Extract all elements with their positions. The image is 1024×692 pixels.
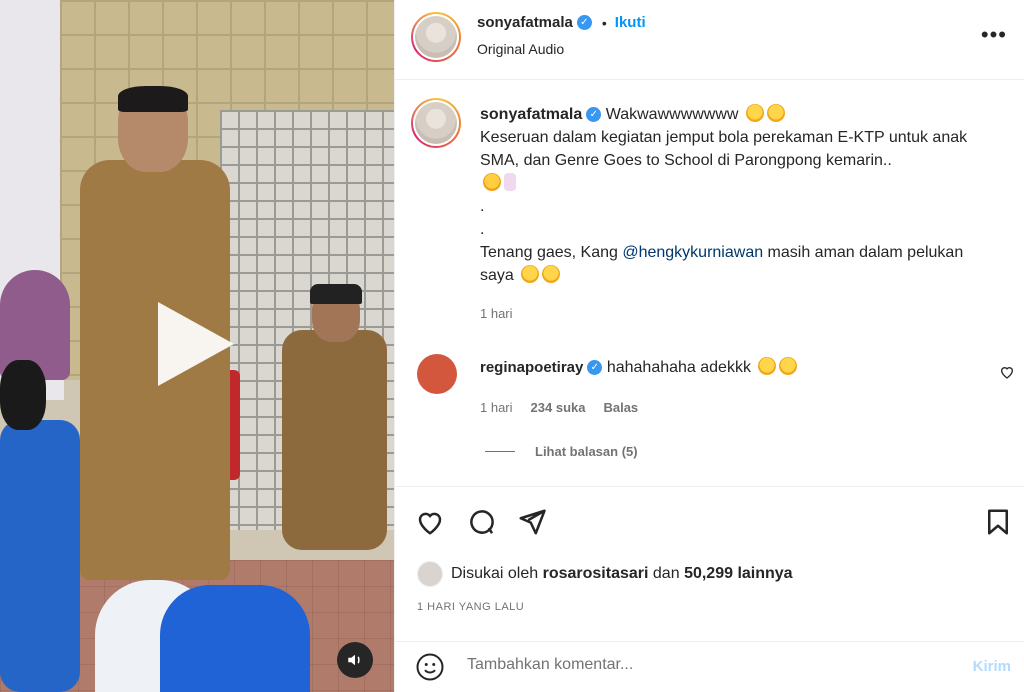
comment-username[interactable]: reginapoetiray (480, 359, 583, 376)
add-comment-bar: Kirim (395, 641, 1024, 692)
mention-link[interactable]: @hengkykurniawan (622, 244, 763, 261)
caption-dot: . (480, 221, 485, 238)
seated-man-cap (310, 284, 362, 304)
caption-line2: Keseruan dalam kegiatan jemput bola pere… (480, 129, 968, 169)
comment-time[interactable]: 1 hari (480, 400, 513, 415)
comment-text: reginapoetiray ✓ hahahahaha adekkk (480, 357, 798, 377)
comment-meta: 1 hari 234 suka Balas (480, 400, 638, 415)
seated-man (282, 330, 387, 550)
joy-emoji-icon (779, 357, 798, 375)
post-panel: sonyafatmala ✓ • Ikuti Original Audio ••… (394, 0, 1024, 692)
separator-dot: • (601, 14, 607, 31)
header-username-row: sonyafatmala ✓ • Ikuti (477, 14, 646, 31)
caption-text: sonyafatmala ✓ Wakwawwwwwww Keseruan dala… (480, 103, 1000, 287)
post-header: sonyafatmala ✓ • Ikuti Original Audio ••… (395, 0, 1024, 80)
view-replies-label: Lihat balasan (5) (535, 444, 638, 459)
student-head (0, 360, 46, 430)
caption-username[interactable]: sonyafatmala (480, 106, 582, 123)
pray-emoji-icon (504, 173, 516, 191)
verified-badge-icon: ✓ (576, 15, 592, 30)
post-date[interactable]: 1 HARI YANG LALU (417, 601, 524, 613)
audio-toggle-button[interactable] (337, 642, 373, 678)
header-username[interactable]: sonyafatmala (477, 14, 573, 31)
caption-line3-start: Tenang gaes, Kang (480, 244, 623, 261)
avatar[interactable] (411, 12, 461, 62)
rofl-emoji-icon (766, 104, 785, 122)
play-icon[interactable] (158, 302, 234, 386)
share-paper-plane-icon[interactable] (517, 507, 547, 537)
liked-by-prefix: Disukai oleh (451, 565, 539, 582)
emoji-smile-icon[interactable] (415, 652, 445, 682)
liked-by-mid: dan (652, 565, 680, 582)
caption-line1: Wakwawwwwwww (605, 106, 739, 123)
like-heart-icon[interactable] (415, 507, 445, 537)
speaker-icon (348, 654, 360, 666)
student-figure (0, 420, 80, 692)
view-replies-button[interactable]: Lihat balasan (5) (485, 444, 638, 459)
liked-by: Disukai oleh rosarositasari dan 50,299 l… (417, 561, 793, 587)
post-comment-button[interactable]: Kirim (973, 658, 1011, 675)
reply-button[interactable]: Balas (603, 400, 638, 415)
follow-button[interactable]: Ikuti (615, 14, 646, 31)
caption-avatar[interactable] (411, 98, 461, 148)
save-bookmark-icon[interactable] (983, 507, 1013, 537)
liker-avatar[interactable] (417, 561, 443, 587)
standing-man-hair (118, 86, 188, 112)
comment-input[interactable] (467, 656, 947, 674)
audio-label[interactable]: Original Audio (477, 41, 564, 57)
verified-badge-icon: ✓ (586, 107, 602, 123)
comment-avatar[interactable] (417, 354, 457, 394)
caption-time[interactable]: 1 hari (480, 306, 513, 321)
rofl-emoji-icon (745, 104, 764, 122)
caption-dot: . (480, 198, 485, 215)
liked-by-user[interactable]: rosarositasari (543, 565, 649, 583)
liked-by-count[interactable]: 50,299 lainnya (684, 565, 793, 583)
rofl-emoji-icon (542, 265, 561, 283)
more-options-icon[interactable]: ••• (981, 22, 1007, 48)
comment-body: hahahahaha adekkk (606, 359, 751, 376)
like-comment-heart-icon[interactable] (999, 364, 1015, 380)
verified-badge-icon: ✓ (587, 360, 603, 376)
divider (485, 451, 515, 452)
comment-likes[interactable]: 234 suka (531, 400, 586, 415)
heart-eyes-emoji-icon (483, 173, 501, 191)
joy-emoji-icon (758, 357, 777, 375)
comment-bubble-icon[interactable] (467, 507, 497, 537)
action-section: Disukai oleh rosarositasari dan 50,299 l… (395, 486, 1024, 641)
zany-emoji-icon (521, 265, 540, 283)
post-media[interactable] (0, 0, 394, 692)
student-kneeling (160, 585, 310, 692)
